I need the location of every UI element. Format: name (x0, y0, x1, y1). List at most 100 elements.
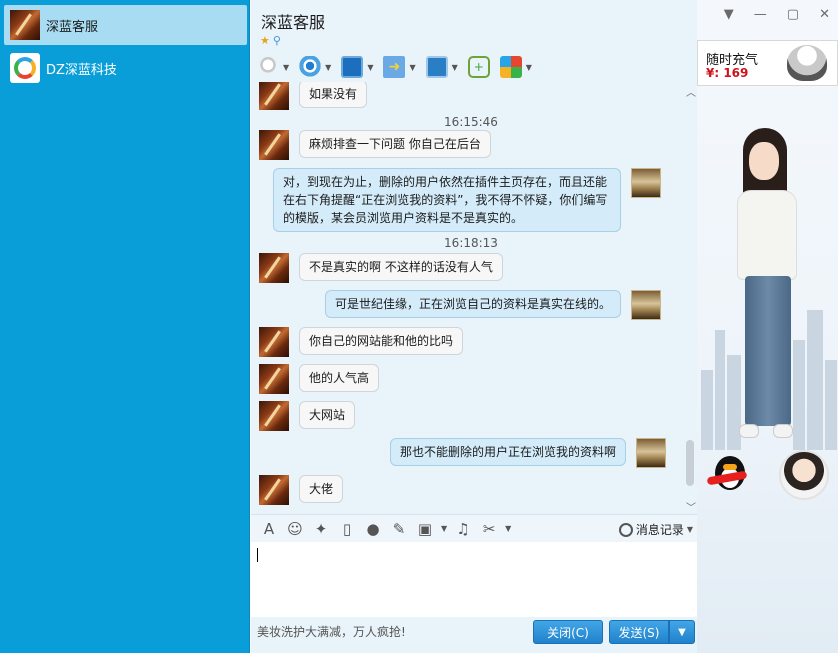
scrollbar-thumb[interactable] (686, 440, 694, 486)
message-bubble: 他的人气高 (299, 364, 380, 392)
message-item: 如果没有 (259, 82, 368, 110)
contact-list: 深蓝客服 DZ深蓝科技 (0, 0, 250, 653)
window-controls: ▼ — ▢ ✕ (724, 7, 830, 22)
avatar[interactable] (259, 475, 289, 505)
avatar[interactable] (259, 327, 289, 357)
chevron-down-icon[interactable]: ▼ (409, 63, 415, 72)
message-bubble: 你自己的网站能和他的比吗 (299, 327, 464, 355)
avatar[interactable] (259, 253, 289, 283)
qq-browser-logo-icon (14, 57, 36, 79)
promo-banner[interactable]: 随时充气 ¥: 169 (697, 40, 838, 86)
microphone-icon (257, 56, 279, 78)
message-item: 可是世纪佳缘，正在浏览自己的资料是真实在线的。 (325, 290, 662, 320)
chevron-down-icon[interactable]: ▼ (452, 63, 458, 72)
scroll-down-icon[interactable]: ﹀ (685, 499, 697, 514)
text-cursor (257, 548, 258, 562)
message-item: 那也不能删除的用户正在浏览我的资料啊 (390, 438, 667, 468)
message-input[interactable] (251, 542, 697, 617)
message-item: 大佬 (259, 475, 344, 505)
chevron-down-icon[interactable]: ▼ (283, 63, 289, 72)
message-scrollbar[interactable]: ︿ ﹀ (685, 82, 697, 514)
dropdown-menu-icon[interactable]: ▼ (724, 7, 734, 22)
message-bubble: 如果没有 (299, 82, 368, 108)
avatar-character-image[interactable] (727, 128, 817, 448)
chevron-down-icon[interactable]: ▼ (367, 63, 373, 72)
screen-share-icon (341, 56, 364, 78)
remote-desktop-button[interactable]: ▼ (425, 56, 458, 78)
contact-avatar (10, 53, 40, 83)
promo-price: ¥: 169 (706, 66, 749, 80)
message-item: 大网站 (259, 401, 356, 431)
message-item: 对，到现在为止，删除的用户依然在插件主页存在，而且还能在右下角提醒“正在浏览我的… (273, 168, 661, 232)
title-icons: ★ ⚲ (260, 34, 281, 47)
right-panel: ▼ — ▢ ✕ 随时充气 ¥: 169 (697, 0, 838, 653)
send-button[interactable]: 发送(S) (609, 620, 669, 644)
message-bubble: 那也不能删除的用户正在浏览我的资料啊 (390, 438, 627, 466)
chat-toolbar: ▼ ▼ ▼ ➜ ▼ ▼ + ▼ (257, 54, 697, 80)
message-bubble: 大佬 (299, 475, 344, 503)
avatar[interactable] (259, 401, 289, 431)
message-bubble: 大网站 (299, 401, 356, 429)
message-list[interactable]: 如果没有 16:15:46 麻烦排查一下问题 你自己在后台 对，到现在为止，删除… (251, 82, 697, 514)
avatar[interactable] (631, 290, 662, 320)
message-bubble: 麻烦排查一下问题 你自己在后台 (299, 130, 491, 158)
screen-share-button[interactable]: ▼ (341, 56, 373, 78)
music-icon[interactable]: ♫ (453, 520, 473, 538)
close-button[interactable]: 关闭(C) (533, 620, 603, 644)
close-icon[interactable]: ✕ (819, 7, 830, 22)
product-image (787, 45, 827, 81)
file-transfer-icon: ➜ (383, 56, 406, 78)
qq-penguin-icon[interactable] (705, 452, 751, 496)
apps-button[interactable]: ▼ (499, 56, 532, 78)
message-history-button[interactable]: 消息记录 ▼ (618, 521, 693, 538)
edit-icon[interactable]: ✎ (389, 520, 409, 538)
chevron-down-icon[interactable]: ▼ (441, 524, 447, 533)
avatar[interactable] (636, 438, 667, 468)
message-item: 你自己的网站能和他的比吗 (259, 327, 464, 357)
search-icon[interactable]: ⚲ (273, 34, 281, 47)
contact-item-shenlan-kefu[interactable]: 深蓝客服 (4, 5, 247, 45)
chevron-down-icon[interactable]: ▼ (526, 63, 532, 72)
chevron-down-icon: ▼ (686, 525, 693, 534)
star-icon[interactable]: ★ (260, 34, 270, 47)
chat-title: 深蓝客服 (261, 13, 326, 32)
font-icon[interactable]: A (259, 520, 279, 538)
contact-item-dz-shenlan[interactable]: DZ深蓝科技 (4, 48, 247, 88)
message-item: 他的人气高 (259, 364, 380, 394)
magic-wand-icon[interactable]: ✦ (311, 520, 331, 538)
send-options-chevron-icon[interactable]: ▼ (669, 620, 695, 644)
chat-window: 深蓝客服 ★ ⚲ ▼ ▼ ▼ ➜ ▼ ▼ + ▼ 如果没有 16:15:46 麻烦排… (251, 0, 697, 653)
ad-text[interactable]: 美妆洗护大满减，万人疯抢! (257, 623, 406, 640)
message-bubble: 不是真实的啊 不这样的话没有人气 (299, 253, 503, 281)
message-timestamp: 16:15:46 (444, 115, 498, 129)
avatar[interactable] (259, 130, 289, 160)
avatar[interactable] (259, 82, 289, 110)
video-button[interactable]: ▼ (299, 56, 331, 78)
chevron-down-icon[interactable]: ▼ (505, 524, 511, 533)
message-bubble: 对，到现在为止，删除的用户依然在插件主页存在，而且还能在右下角提醒“正在浏览我的… (273, 168, 621, 232)
user-avatar[interactable] (779, 450, 829, 500)
apps-icon (499, 56, 522, 78)
scroll-up-icon[interactable]: ︿ (685, 84, 697, 99)
image-icon[interactable]: ▣ (415, 520, 435, 538)
voice-message-icon[interactable]: ● (363, 520, 383, 538)
minimize-icon[interactable]: — (754, 7, 767, 22)
message-item: 麻烦排查一下问题 你自己在后台 (259, 130, 491, 160)
maximize-icon[interactable]: ▢ (787, 7, 799, 22)
voice-button[interactable]: ▼ (257, 56, 289, 78)
emoji-icon[interactable]: ☺ (285, 520, 305, 538)
avatar[interactable] (631, 168, 661, 198)
shake-icon[interactable]: ▯ (337, 520, 357, 538)
screenshot-scissors-icon[interactable]: ✂ (479, 520, 499, 538)
chevron-down-icon[interactable]: ▼ (325, 63, 331, 72)
avatar[interactable] (259, 364, 289, 394)
file-transfer-button[interactable]: ➜ ▼ (383, 56, 416, 78)
message-bubble: 可是世纪佳缘，正在浏览自己的资料是真实在线的。 (325, 290, 622, 318)
contact-avatar (10, 10, 40, 40)
message-item: 不是真实的啊 不这样的话没有人气 (259, 253, 503, 283)
sms-button[interactable]: + (467, 56, 490, 78)
history-label: 消息记录 (635, 523, 684, 537)
message-timestamp: 16:18:13 (444, 236, 498, 250)
contact-name: DZ深蓝科技 (46, 62, 117, 78)
sms-icon: + (467, 56, 490, 78)
